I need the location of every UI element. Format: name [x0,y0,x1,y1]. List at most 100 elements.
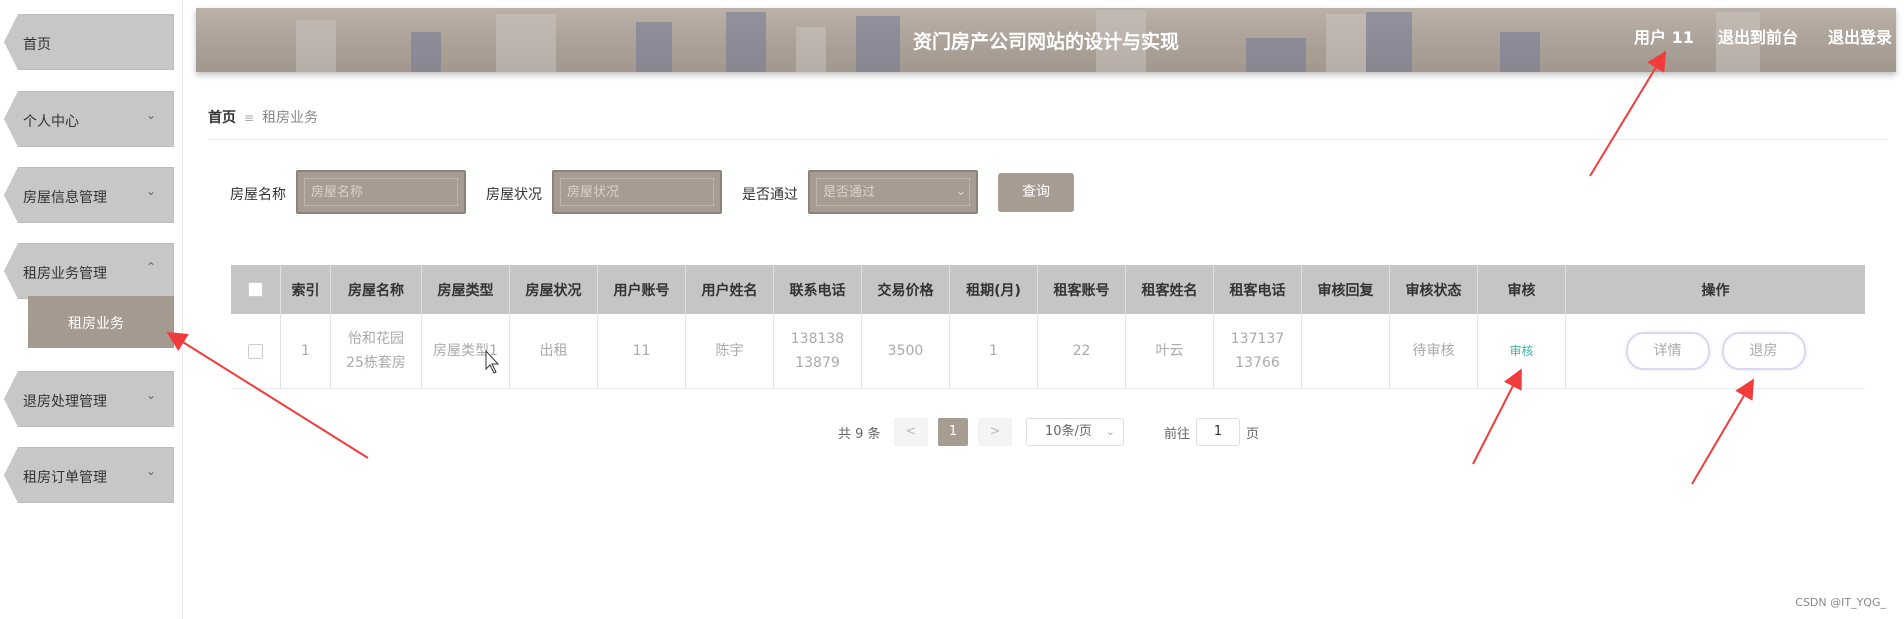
breadcrumb-home[interactable]: 首页 [208,110,236,126]
chevron-down-icon: ⌄ [955,184,966,198]
arrow-to-user [1589,50,1667,177]
header-bg-building [726,12,766,72]
header-bg-building [411,32,441,72]
total-count: 共 9 条 [838,427,881,442]
header-bg-building [1366,12,1412,72]
sidebar-item-orders[interactable]: 租房订单管理 ⌄ [4,447,174,503]
back-to-front-link[interactable]: 退出到前台 [1718,24,1798,48]
select-all-checkbox[interactable] [248,282,263,297]
header-bg-building [1246,38,1306,72]
audit-link[interactable]: 审核 [1509,339,1533,363]
sidebar-item-label: 个人中心 [23,114,79,130]
passed-select[interactable]: 是否通过 ⌄ [808,170,978,214]
table-cell: 22 [1038,314,1126,388]
table-cell: 叶云 [1126,314,1214,388]
table-cell: 1 [950,314,1038,388]
table-header-row: 索引 房屋名称 房屋类型 房屋状况 用户账号 用户姓名 联系电话 交易价格 租期… [231,265,1865,314]
goto-page-input[interactable]: 1 [1196,418,1240,446]
chevron-down-icon: ⌄ [145,388,156,402]
page-size-select[interactable]: 10条/页 ⌄ [1026,418,1124,446]
column-header: 房屋类型 [422,265,510,314]
page-size-value: 10条/页 [1045,424,1092,439]
table-cell: 1 [281,314,331,388]
page-suffix: 页 [1246,427,1260,442]
header-bg-building [296,20,336,72]
column-header: 租客电话 [1214,265,1302,314]
column-header: 房屋名称 [331,265,422,314]
table-cell: 待审核 [1390,314,1478,388]
breadcrumb-current: 租房业务 [262,110,319,126]
sidebar-item-rental-business[interactable]: 租房业务管理 ⌃ [4,243,174,299]
breadcrumb-separator: ≡ [244,111,255,125]
goto-label: 前往 [1164,427,1191,442]
select-all-cell [231,265,281,314]
table-cell: 11 [598,314,686,388]
sidebar-item-home[interactable]: 首页 [4,14,174,70]
sidebar-item-label: 房屋信息管理 [23,190,107,206]
checkout-button[interactable]: 退房 [1721,332,1806,370]
watermark: CSDN @IT_YQG_ [1795,596,1886,609]
passed-label: 是否通过 [742,187,798,203]
sidebar-item-label: 租房业务管理 [23,266,107,282]
house-status-label: 房屋状况 [486,187,542,203]
detail-button[interactable]: 详情 [1625,332,1710,370]
house-name-placeholder: 房屋名称 [304,178,458,206]
column-header: 交易价格 [862,265,950,314]
sidebar-subitem-label: 租房业务 [68,316,124,332]
header-bg-building [1500,32,1540,72]
current-user[interactable]: 用户 11 [1634,24,1694,48]
column-header: 审核回复 [1302,265,1390,314]
prev-page-button[interactable]: < [894,418,928,446]
column-header: 索引 [281,265,331,314]
arrow-to-checkout [1691,378,1755,485]
header-bg-building [796,27,826,72]
chevron-down-icon: ⌄ [145,108,156,122]
column-header: 审核 [1478,265,1566,314]
column-header: 租期(月) [950,265,1038,314]
house-name-label: 房屋名称 [230,187,286,203]
table-cell: 陈宇 [686,314,774,388]
column-header: 审核状态 [1390,265,1478,314]
audit-cell: 审核 [1478,314,1566,388]
sidebar-item-label: 退房处理管理 [23,394,107,410]
header-bg-building [636,22,672,72]
header-bg-building [856,16,900,72]
query-button[interactable]: 查询 [998,173,1074,212]
chevron-down-icon: ⌄ [1105,425,1115,438]
column-header: 联系电话 [774,265,862,314]
table-cell: 出租 [510,314,598,388]
house-status-input[interactable]: 房屋状况 [552,170,722,214]
sidebar-item-personal-center[interactable]: 个人中心 ⌄ [4,91,174,147]
column-header: 操作 [1701,282,1730,299]
column-header: 用户姓名 [686,265,774,314]
table-cell: 13713713766 [1214,314,1302,388]
table-cell [1302,314,1390,388]
top-header: 资门房产公司网站的设计与实现 用户 11 退出到前台 退出登录 [196,8,1896,72]
sidebar-subitem-rental[interactable]: 租房业务 [28,296,174,348]
chevron-down-icon: ⌄ [145,184,156,198]
header-bg-building [1326,14,1366,72]
sidebar: 首页 个人中心 ⌄ 房屋信息管理 ⌄ 租房业务管理 ⌃ 租房业务 退房处理管理 … [0,0,183,619]
table-cell: 怡和花园25栋套房 [331,314,422,388]
column-header: 租客账号 [1038,265,1126,314]
next-page-button[interactable]: > [978,418,1012,446]
column-header: 租客姓名 [1126,265,1214,314]
sidebar-item-checkout[interactable]: 退房处理管理 ⌄ [4,371,174,427]
row-select-cell [231,314,281,388]
logout-link[interactable]: 退出登录 [1828,24,1892,48]
site-title: 资门房产公司网站的设计与实现 [913,31,1180,53]
breadcrumb: 首页 ≡ 租房业务 [208,107,318,127]
row-checkbox[interactable] [248,343,263,359]
house-name-input[interactable]: 房屋名称 [296,170,466,214]
divider [208,139,1888,140]
actions-cell: 详情 退房 [1566,314,1865,388]
page-1-button[interactable]: 1 [938,418,968,446]
sidebar-item-label: 租房订单管理 [23,470,107,486]
column-header: 房屋状况 [510,265,598,314]
passed-placeholder: 是否通过 [816,178,970,206]
table-row: 1 怡和花园25栋套房 房屋类型1 出租 11 陈宇 13813813879 3… [231,314,1865,389]
table-cell: 房屋类型1 [422,314,510,388]
sidebar-item-label: 首页 [23,37,51,53]
column-header: 用户账号 [598,265,686,314]
sidebar-item-house-info[interactable]: 房屋信息管理 ⌄ [4,167,174,223]
